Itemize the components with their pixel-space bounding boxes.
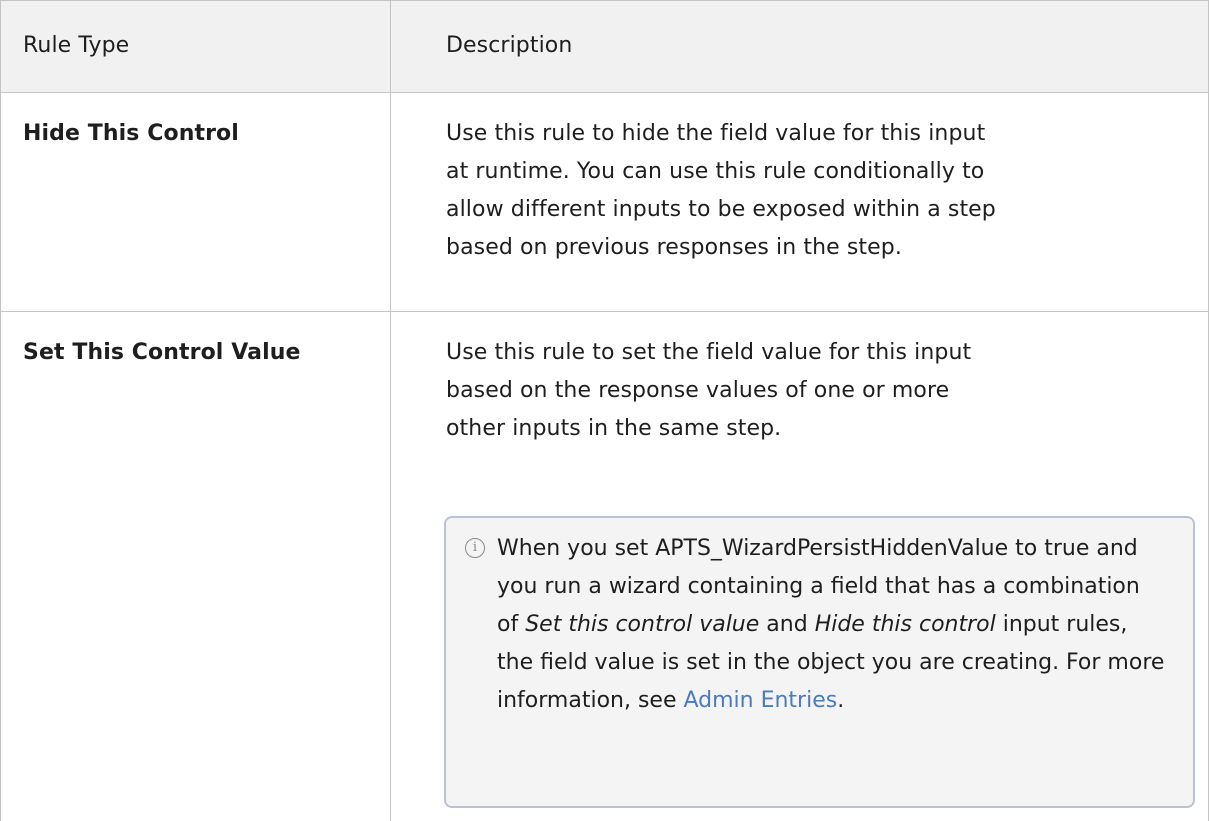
description-cell: Use this rule to set the field value for…: [446, 340, 972, 441]
description-cell: Use this rule to hide the field value fo…: [446, 121, 996, 260]
note-text-part: and: [759, 612, 815, 637]
admin-entries-link[interactable]: Admin Entries: [683, 688, 837, 713]
row-divider: [0, 311, 1209, 312]
note-text-part: .: [837, 688, 845, 713]
note-emphasis-set-value: Set this control value: [525, 612, 760, 637]
column-header-rule-type: Rule Type: [23, 33, 130, 58]
column-header-description: Description: [446, 33, 573, 58]
rule-type-cell: Hide This Control: [23, 121, 239, 146]
rule-type-cell: Set This Control Value: [23, 340, 301, 365]
table-header-row: [0, 0, 1209, 93]
note-text: When you set APTS_WizardPersistHiddenVal…: [497, 530, 1167, 720]
table-border-left: [0, 0, 1, 821]
note-emphasis-hide-control: Hide this control: [814, 612, 996, 637]
info-icon: i: [465, 538, 485, 558]
table-column-divider: [390, 0, 391, 821]
